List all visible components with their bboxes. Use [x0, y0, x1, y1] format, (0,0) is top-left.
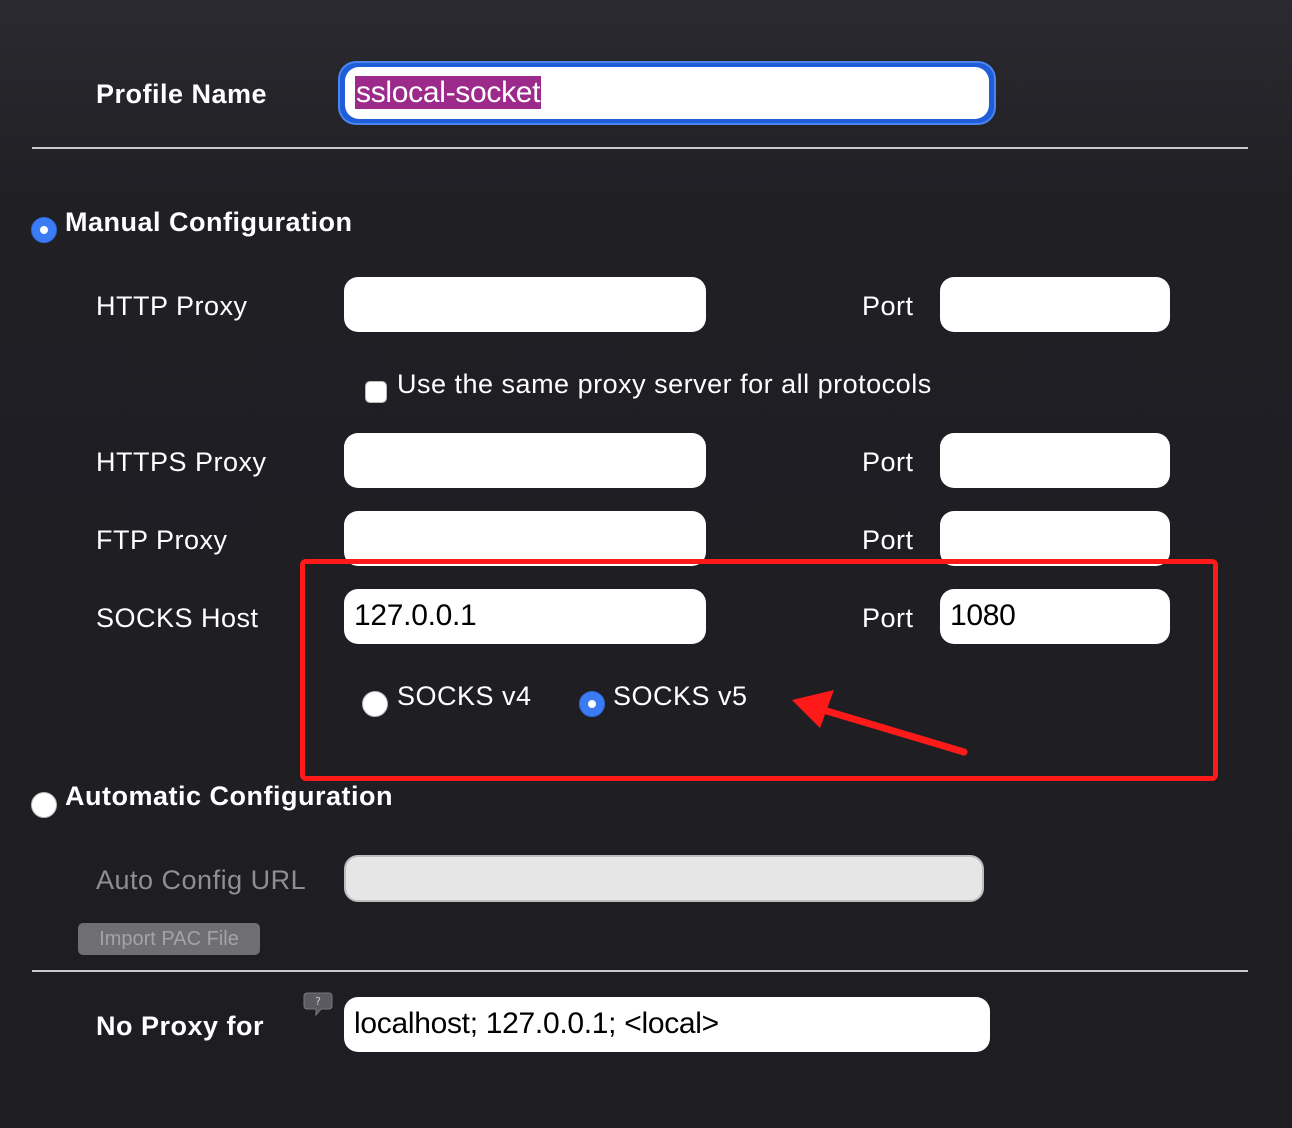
automatic-config-radio[interactable] [31, 792, 57, 818]
ftp-proxy-label: FTP Proxy [96, 525, 228, 555]
https-port-label: Port [862, 447, 914, 477]
import-pac-file-button[interactable]: Import PAC File [78, 923, 260, 955]
annotation-highlight-box [300, 559, 1218, 781]
manual-config-title: Manual Configuration [65, 207, 353, 237]
no-proxy-label: No Proxy for [96, 1011, 265, 1041]
https-proxy-label: HTTPS Proxy [96, 447, 267, 477]
ftp-port-input[interactable] [940, 511, 1170, 566]
auto-config-url-label: Auto Config URL [96, 865, 307, 895]
http-port-input[interactable] [940, 277, 1170, 332]
http-port-label: Port [862, 291, 914, 321]
ftp-port-label: Port [862, 525, 914, 555]
http-proxy-input[interactable] [344, 277, 706, 332]
profile-name-value: sslocal-socket [355, 76, 542, 109]
profile-name-label: Profile Name [96, 79, 268, 109]
https-port-input[interactable] [940, 433, 1170, 488]
ftp-proxy-input[interactable] [344, 511, 706, 566]
no-proxy-input[interactable]: localhost; 127.0.0.1; <local> [344, 997, 990, 1052]
automatic-config-title: Automatic Configuration [65, 781, 393, 811]
https-proxy-input[interactable] [344, 433, 706, 488]
section-divider-bottom [32, 970, 1248, 972]
http-proxy-label: HTTP Proxy [96, 291, 248, 321]
auto-config-url-input[interactable] [344, 855, 984, 902]
same-proxy-label: Use the same proxy server for all protoc… [397, 369, 932, 399]
section-divider-top [32, 147, 1248, 149]
profile-name-input[interactable]: sslocal-socket [345, 67, 989, 119]
svg-text:?: ? [315, 995, 321, 1008]
annotation-arrow-icon [792, 690, 968, 756]
manual-config-radio[interactable] [31, 217, 57, 243]
help-bubble-icon[interactable]: ? [303, 991, 333, 1017]
socks-host-label: SOCKS Host [96, 603, 259, 633]
same-proxy-checkbox[interactable] [365, 381, 387, 403]
